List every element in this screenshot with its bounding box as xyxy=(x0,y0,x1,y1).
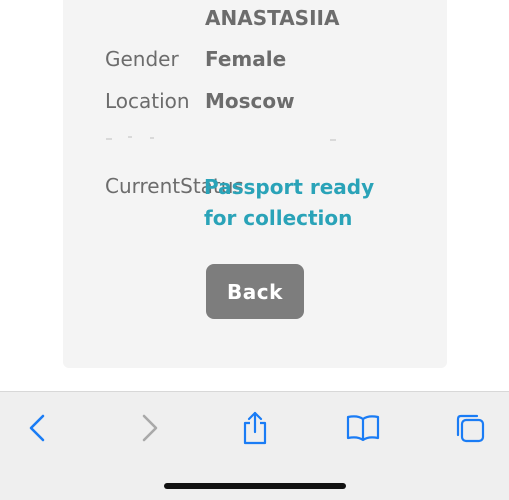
tabs-button[interactable] xyxy=(450,408,490,448)
gender-value: Female xyxy=(205,47,287,71)
status-value: Passport ready for collection xyxy=(204,175,375,230)
forward-nav-button[interactable] xyxy=(129,408,169,448)
share-icon xyxy=(243,411,267,445)
book-icon xyxy=(346,415,380,442)
chevron-right-icon xyxy=(142,414,158,442)
share-button[interactable] xyxy=(235,408,275,448)
screen: ANASTASIIA Gender Female Location Moscow… xyxy=(0,0,509,500)
faint-row-divider xyxy=(106,136,336,141)
bookmarks-button[interactable] xyxy=(343,408,383,448)
tabs-icon xyxy=(456,414,485,443)
location-label: Location xyxy=(105,89,190,113)
profile-name: ANASTASIIA xyxy=(205,6,340,30)
gender-label: Gender xyxy=(105,47,179,71)
location-value: Moscow xyxy=(205,89,295,113)
home-indicator[interactable] xyxy=(164,483,346,489)
back-button[interactable]: Back xyxy=(206,264,304,319)
chevron-left-icon xyxy=(29,414,45,442)
back-nav-button[interactable] xyxy=(18,408,58,448)
